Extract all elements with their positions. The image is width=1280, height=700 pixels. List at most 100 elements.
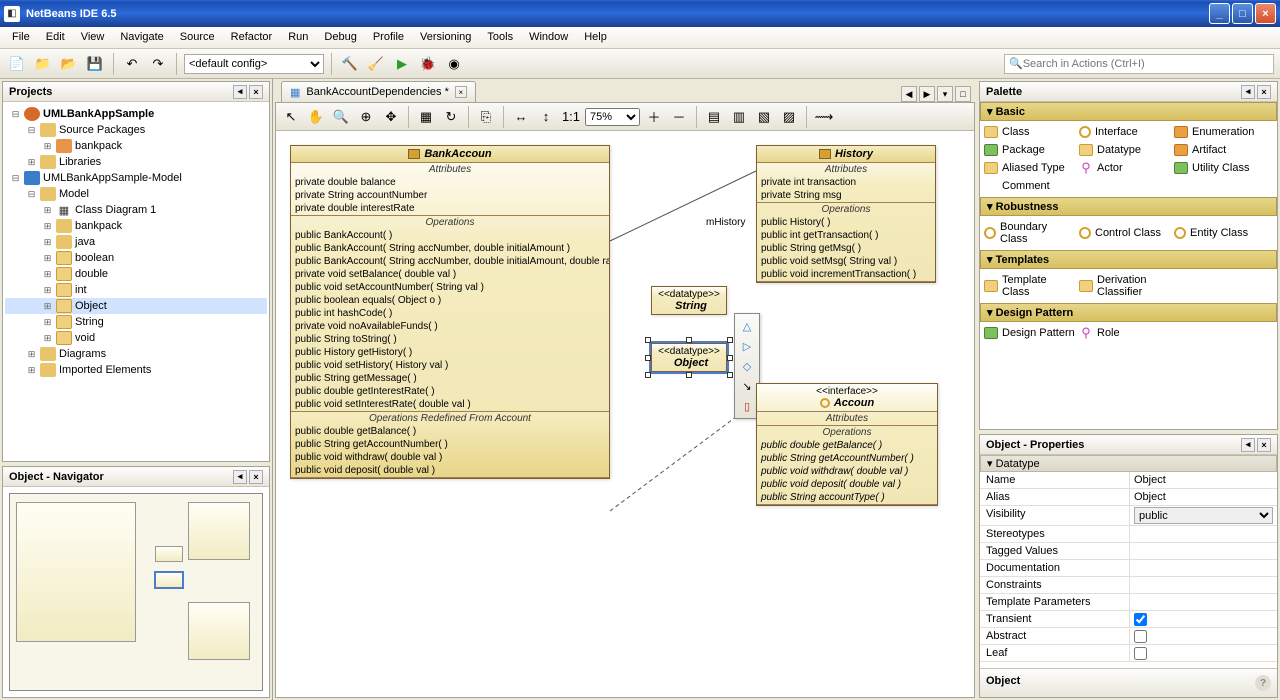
uml-member[interactable]: public String getMsg( )	[757, 242, 935, 255]
open-icon[interactable]: 📂	[58, 53, 80, 75]
palette-item[interactable]: Entity Class	[1172, 218, 1267, 248]
uml-member[interactable]: private String msg	[757, 189, 935, 202]
palette-group[interactable]: ▾ Templates	[980, 250, 1277, 269]
tree-node[interactable]: ⊞String	[5, 314, 267, 330]
uml-member[interactable]: public double getInterestRate( )	[291, 385, 609, 398]
tab-next-icon[interactable]: ▶	[919, 86, 935, 102]
uml-member[interactable]: public String accountType( )	[757, 491, 937, 504]
datatype-object[interactable]: <<datatype>> Object	[651, 343, 727, 372]
property-checkbox[interactable]	[1134, 630, 1147, 643]
menu-help[interactable]: Help	[576, 27, 615, 48]
palette-item[interactable]: Utility Class	[1172, 159, 1267, 177]
palette-association-icon[interactable]: ▷	[738, 337, 756, 355]
uml-member[interactable]: public void deposit( double val )	[757, 478, 937, 491]
palette-item[interactable]: ⚲Role	[1077, 324, 1172, 342]
menu-profile[interactable]: Profile	[365, 27, 412, 48]
help-icon[interactable]: ?	[1255, 675, 1271, 691]
tab-dropdown-icon[interactable]: ▾	[937, 86, 953, 102]
tree-node[interactable]: ⊞Libraries	[5, 154, 267, 170]
tree-node[interactable]: ⊞double	[5, 266, 267, 282]
run-icon[interactable]: ▶	[391, 53, 413, 75]
uml-member[interactable]: private void noAvailableFunds( )	[291, 320, 609, 333]
palette-item[interactable]: Design Pattern	[982, 324, 1077, 342]
datatype-string[interactable]: <<datatype>> String	[651, 286, 727, 315]
zoom-fit-icon[interactable]: ⊕	[355, 106, 377, 128]
zoom-in-icon[interactable]: ＋	[643, 106, 665, 128]
property-checkbox[interactable]	[1134, 647, 1147, 660]
palette-item[interactable]: Package	[982, 141, 1077, 159]
pan-tool-icon[interactable]: ✋	[305, 106, 327, 128]
tab-prev-icon[interactable]: ◀	[901, 86, 917, 102]
palette-item[interactable]: Boundary Class	[982, 218, 1077, 248]
tree-node[interactable]: ⊞java	[5, 234, 267, 250]
uml-member[interactable]: public void setHistory( History val )	[291, 359, 609, 372]
actual-size-icon[interactable]: 1:1	[560, 106, 582, 128]
tree-node[interactable]: ⊞int	[5, 282, 267, 298]
uml-member[interactable]: public double getBalance( )	[757, 439, 937, 452]
uml-member[interactable]: public boolean equals( Object o )	[291, 294, 609, 307]
move-icon[interactable]: ✥	[380, 106, 402, 128]
uml-member[interactable]: public void withdraw( double val )	[291, 451, 609, 464]
fit-height-icon[interactable]: ↕	[535, 106, 557, 128]
fit-width-icon[interactable]: ↔	[510, 106, 532, 128]
tree-node[interactable]: ⊟UMLBankAppSample	[5, 106, 267, 122]
interface-account[interactable]: <<interface>> Accoun Attributes Operatio…	[756, 383, 938, 506]
uml-member[interactable]: public void setInterestRate( double val …	[291, 398, 609, 411]
export-icon[interactable]: ⎘	[475, 106, 497, 128]
menu-window[interactable]: Window	[521, 27, 576, 48]
class-bankaccount[interactable]: BankAccoun Attributesprivate double bala…	[290, 145, 610, 479]
palette-dependency-icon[interactable]: ↘	[738, 377, 756, 395]
palette-item[interactable]: Interface	[1077, 123, 1172, 141]
menu-edit[interactable]: Edit	[38, 27, 73, 48]
search-input[interactable]	[1023, 58, 1269, 70]
tree-node[interactable]: ⊞Imported Elements	[5, 362, 267, 378]
palette-item[interactable]: Derivation Classifier	[1077, 271, 1172, 301]
tree-node[interactable]: ⊞Object	[5, 298, 267, 314]
uml-member[interactable]: public void deposit( double val )	[291, 464, 609, 477]
align2-icon[interactable]: ▥	[728, 106, 750, 128]
undo-icon[interactable]: ↶	[121, 53, 143, 75]
uml-member[interactable]: public String getAccountNumber( )	[757, 452, 937, 465]
tree-node[interactable]: ⊞bankpack	[5, 218, 267, 234]
uml-member[interactable]: private int transaction	[757, 176, 935, 189]
tree-node[interactable]: ⊞void	[5, 330, 267, 346]
palette-generalization-icon[interactable]: △	[738, 317, 756, 335]
search-actions[interactable]: 🔍	[1004, 54, 1274, 74]
palette-item[interactable]: Class	[982, 123, 1077, 141]
save-all-icon[interactable]: 💾	[84, 53, 106, 75]
uml-member[interactable]: public String getMessage( )	[291, 372, 609, 385]
menu-debug[interactable]: Debug	[316, 27, 364, 48]
diagram-canvas[interactable]: mHistory BankAccoun Attributesprivate do…	[276, 131, 974, 697]
uml-member[interactable]: public double getBalance( )	[291, 425, 609, 438]
tree-node[interactable]: ⊞bankpack	[5, 138, 267, 154]
menu-run[interactable]: Run	[280, 27, 316, 48]
uml-member[interactable]: public void setAccountNumber( String val…	[291, 281, 609, 294]
new-project-icon[interactable]: 📁	[32, 53, 54, 75]
uml-member[interactable]: public String toString( )	[291, 333, 609, 346]
palette-item[interactable]: Control Class	[1077, 218, 1172, 248]
refresh-icon[interactable]: ↻	[440, 106, 462, 128]
palette-group[interactable]: ▾ Robustness	[980, 197, 1277, 216]
panel-minimize-icon[interactable]: ◂	[1241, 85, 1255, 99]
projects-tree[interactable]: ⊟UMLBankAppSample⊟Source Packages⊞bankpa…	[3, 102, 269, 461]
panel-close-icon[interactable]: ×	[1257, 85, 1271, 99]
palette-item[interactable]: Aliased Type	[982, 159, 1077, 177]
menu-tools[interactable]: Tools	[479, 27, 521, 48]
clean-build-icon[interactable]: 🧹	[365, 53, 387, 75]
uml-member[interactable]: public String getAccountNumber( )	[291, 438, 609, 451]
uml-member[interactable]: private String accountNumber	[291, 189, 609, 202]
palette-item[interactable]: Enumeration	[1172, 123, 1267, 141]
uml-member[interactable]: public void withdraw( double val )	[757, 465, 937, 478]
menu-navigate[interactable]: Navigate	[112, 27, 171, 48]
align3-icon[interactable]: ▧	[753, 106, 775, 128]
panel-close-icon[interactable]: ×	[249, 470, 263, 484]
tree-node[interactable]: ⊟Source Packages	[5, 122, 267, 138]
palette-item[interactable]: ⚲Actor	[1077, 159, 1172, 177]
layout-icon[interactable]: ▦	[415, 106, 437, 128]
uml-member[interactable]: public BankAccount( String accNumber, do…	[291, 242, 609, 255]
tab-bankaccount-dependencies[interactable]: ▦ BankAccountDependencies * ×	[281, 81, 476, 102]
uml-member[interactable]: public History getHistory( )	[291, 346, 609, 359]
tab-close-icon[interactable]: ×	[455, 86, 467, 98]
debug-icon[interactable]: 🐞	[417, 53, 439, 75]
uml-member[interactable]: private double balance	[291, 176, 609, 189]
